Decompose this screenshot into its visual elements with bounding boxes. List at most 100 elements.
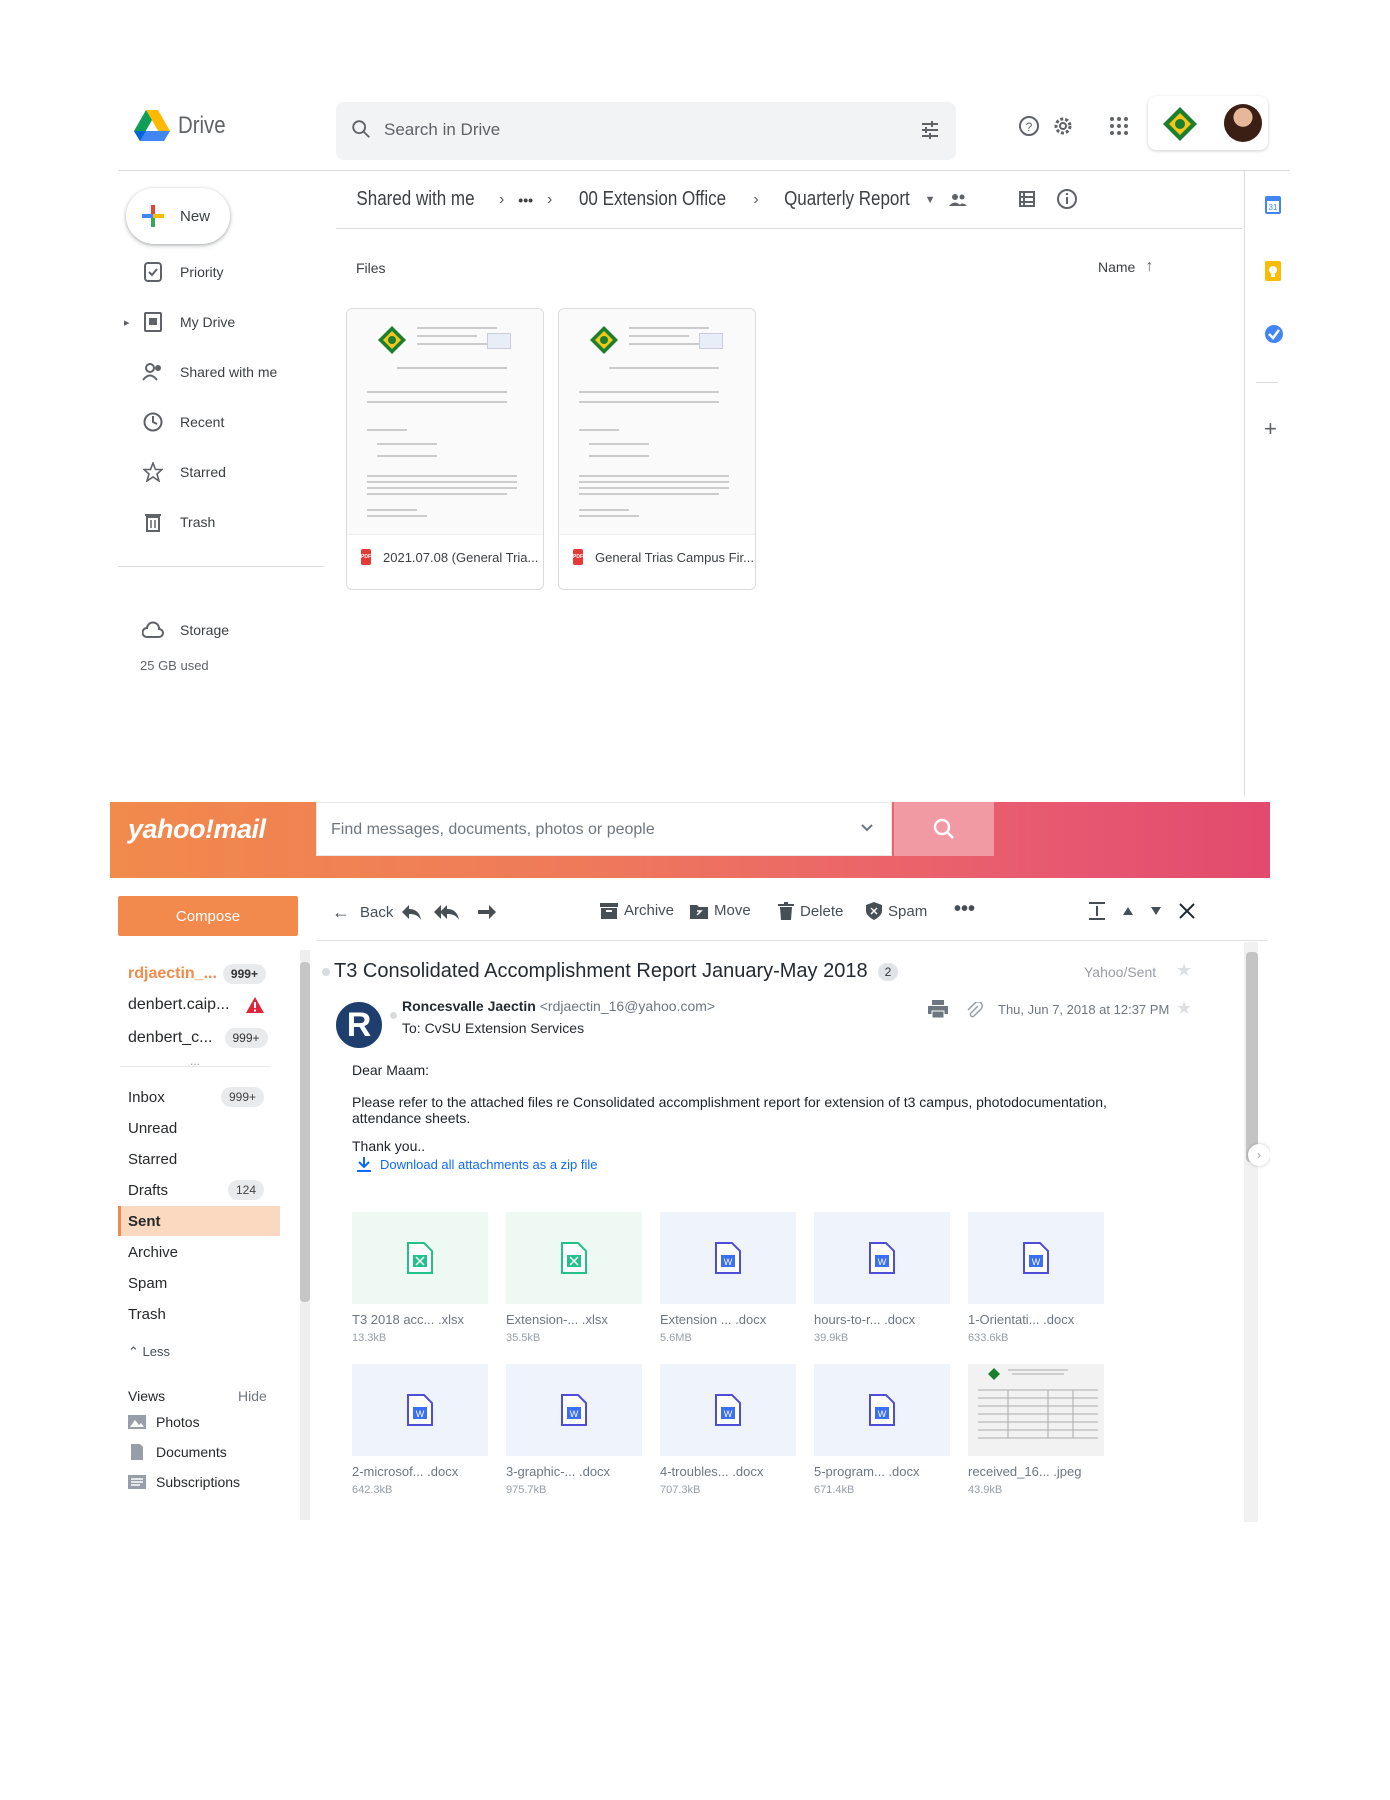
move-button[interactable]: Move <box>690 902 751 919</box>
attachment-preview[interactable]: W <box>506 1364 642 1456</box>
next-message-icon[interactable] <box>1150 906 1162 916</box>
info-icon[interactable] <box>1056 188 1078 210</box>
spam-button[interactable]: Spam <box>866 902 927 920</box>
compose-button[interactable]: Compose <box>118 896 298 936</box>
nav-item-trash[interactable]: Trash <box>118 502 318 542</box>
folder-spam[interactable]: Spam <box>118 1268 280 1298</box>
folder-inbox[interactable]: Inbox 999+ <box>118 1082 280 1112</box>
settings-gear-icon[interactable] <box>1052 114 1074 138</box>
reply-icon[interactable] <box>400 902 422 922</box>
yahoo-search-bar[interactable]: Find messages, documents, photos or peop… <box>316 802 892 856</box>
attachment-name[interactable]: received_16... .jpeg <box>968 1464 1081 1479</box>
star-icon[interactable]: ★ <box>1176 960 1192 981</box>
folder-drafts[interactable]: Drafts 124 <box>118 1175 280 1205</box>
account-switcher[interactable] <box>1148 96 1268 150</box>
back-button[interactable]: ← Back <box>332 902 393 923</box>
star-icon[interactable]: ★ <box>1176 998 1192 1019</box>
views-hide-button[interactable]: Hide <box>238 1388 267 1404</box>
attachment-preview[interactable]: W <box>352 1364 488 1456</box>
account-item[interactable]: denbert_c... 999+ <box>128 1028 268 1048</box>
nav-item-starred[interactable]: Starred <box>118 452 318 492</box>
folder-unread[interactable]: Unread <box>118 1113 280 1143</box>
forward-icon[interactable] <box>476 902 498 922</box>
attachment-preview[interactable]: W <box>660 1364 796 1456</box>
breadcrumb-item-shared[interactable]: Shared with me <box>356 188 474 211</box>
attachment-preview[interactable]: W <box>814 1364 950 1456</box>
attachment-preview[interactable]: W <box>968 1212 1104 1304</box>
attachment-preview[interactable]: W <box>660 1212 796 1304</box>
nav-item-storage[interactable]: Storage <box>118 610 318 650</box>
calendar-icon[interactable]: 31 <box>1264 194 1282 216</box>
expand-pane-button[interactable]: › <box>1248 1144 1270 1166</box>
sort-by-name-button[interactable]: Name ↑ <box>1098 258 1153 276</box>
drive-search-input[interactable]: Search in Drive <box>384 120 500 140</box>
previous-message-icon[interactable] <box>1122 906 1134 916</box>
yahoo-mail-logo[interactable]: yahoo!mail <box>128 814 266 845</box>
sender-name[interactable]: Roncesvalle Jaectin <box>402 998 536 1014</box>
breadcrumb-item-current[interactable]: Quarterly Report <box>784 188 910 211</box>
download-all-link[interactable]: Download all attachments as a zip file <box>356 1156 598 1172</box>
apps-grid-icon[interactable] <box>1108 114 1130 138</box>
attachment-name[interactable]: Extension ... .docx <box>660 1312 766 1327</box>
close-icon[interactable] <box>1178 902 1196 920</box>
less-toggle[interactable]: ⌃ Less <box>128 1344 170 1360</box>
attachment-preview[interactable]: W <box>814 1212 950 1304</box>
attachment-name[interactable]: hours-to-r... .docx <box>814 1312 915 1327</box>
folder-sent[interactable]: Sent <box>118 1206 280 1236</box>
search-options-icon[interactable] <box>920 120 940 140</box>
breadcrumb-item-folder[interactable]: 00 Extension Office <box>579 188 726 211</box>
yahoo-search-input[interactable]: Find messages, documents, photos or peop… <box>331 821 655 839</box>
expand-arrow-icon[interactable]: ▸ <box>124 316 130 329</box>
reply-all-icon[interactable] <box>434 902 460 922</box>
attachment-name[interactable]: 3-graphic-... .docx <box>506 1464 610 1479</box>
tasks-icon[interactable] <box>1264 324 1284 344</box>
attachment-name[interactable]: 1-Orientati... .docx <box>968 1312 1074 1327</box>
folder-archive[interactable]: Archive <box>118 1237 280 1267</box>
folder-trash[interactable]: Trash <box>118 1299 280 1329</box>
nav-item-priority[interactable]: Priority <box>118 252 318 292</box>
drive-search-bar[interactable]: Search in Drive <box>336 102 956 160</box>
help-icon[interactable]: ? <box>1018 114 1040 138</box>
view-documents[interactable]: Documents <box>128 1444 227 1460</box>
sidebar-scrollbar-thumb[interactable] <box>300 962 310 1302</box>
account-item-active[interactable]: rdjaectin_... 999+ <box>128 964 268 984</box>
attachment-name[interactable]: 2-microsof... .docx <box>352 1464 458 1479</box>
view-subscriptions[interactable]: Subscriptions <box>128 1474 240 1490</box>
sender-avatar[interactable]: R <box>336 1002 382 1048</box>
keep-icon[interactable] <box>1264 260 1282 282</box>
new-button[interactable]: New <box>126 188 230 244</box>
sender-email[interactable]: <rdjaectin_16@yahoo.com> <box>540 998 715 1014</box>
collapse-icon[interactable] <box>1088 902 1106 920</box>
attachment-name[interactable]: 4-troubles... .docx <box>660 1464 763 1479</box>
file-card[interactable]: PDF General Trias Campus Fir... <box>558 308 756 590</box>
user-avatar[interactable] <box>1224 104 1262 142</box>
attachment-name[interactable]: T3 2018 acc... .xlsx <box>352 1312 464 1327</box>
folder-starred[interactable]: Starred <box>118 1144 280 1174</box>
attachment-name[interactable]: Extension-... .xlsx <box>506 1312 608 1327</box>
drive-logo[interactable]: Drive <box>134 110 234 142</box>
account-item[interactable]: denbert.caip... <box>128 996 268 1014</box>
attachment-preview[interactable] <box>352 1212 488 1304</box>
yahoo-search-button[interactable] <box>894 802 994 856</box>
more-actions-icon[interactable]: ••• <box>954 898 975 921</box>
read-status-dot[interactable] <box>322 968 330 976</box>
file-card[interactable]: PDF 2021.07.08 (General Tria... <box>346 308 544 590</box>
message-read-dot[interactable] <box>390 1012 397 1019</box>
nav-item-recent[interactable]: Recent <box>118 402 318 442</box>
chevron-down-icon[interactable] <box>859 819 875 835</box>
view-photos[interactable]: Photos <box>128 1414 200 1430</box>
print-icon[interactable] <box>928 1000 948 1018</box>
delete-button[interactable]: Delete <box>778 902 843 920</box>
attachment-clip-icon[interactable] <box>966 1002 984 1020</box>
search-icon[interactable] <box>350 118 372 140</box>
dropdown-arrow-icon[interactable]: ▼ <box>925 194 936 206</box>
nav-item-shared-with-me[interactable]: Shared with me <box>118 352 318 392</box>
message-scrollbar-thumb[interactable] <box>1246 952 1258 1162</box>
breadcrumb-more-button[interactable]: ••• <box>518 192 533 208</box>
attachment-name[interactable]: 5-program... .docx <box>814 1464 920 1479</box>
archive-button[interactable]: Archive <box>600 902 674 919</box>
attachment-preview[interactable] <box>506 1212 642 1304</box>
nav-item-my-drive[interactable]: My Drive ▸ <box>118 302 318 342</box>
attachment-preview[interactable] <box>968 1364 1104 1456</box>
list-view-icon[interactable] <box>1018 190 1036 208</box>
